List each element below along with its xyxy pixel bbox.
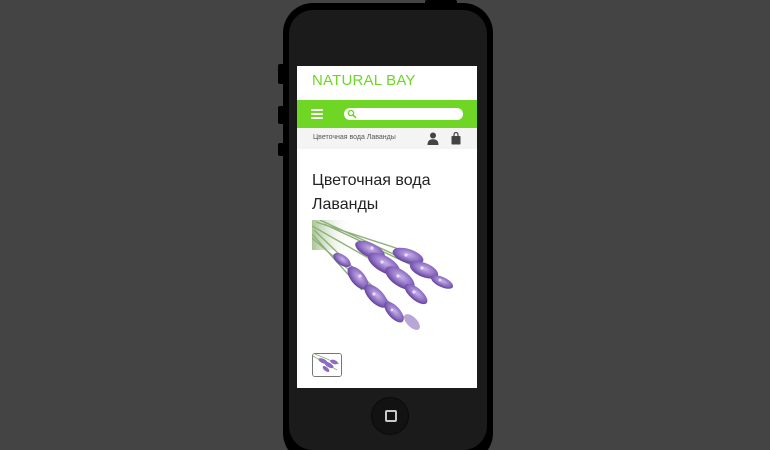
product-thumbnail[interactable] [312,353,342,377]
product-image [312,220,464,344]
shopping-bag-icon[interactable] [451,132,461,145]
phone-screen: NATURAL BAY Цветочная вода Лаванды Цвето… [297,66,477,388]
lavender-thumbnail-image [313,354,341,376]
search-box[interactable] [344,108,463,120]
search-input[interactable] [358,108,458,120]
hamburger-menu-icon[interactable] [311,109,323,119]
product-title: Цветочная вода Лаванды [312,172,431,213]
user-icon[interactable] [427,132,439,145]
breadcrumb-current: Цветочная вода Лаванды [313,134,396,141]
home-button[interactable] [371,397,409,435]
breadcrumb-bar: Цветочная вода Лаванды [297,128,477,149]
search-icon [347,109,357,119]
home-button-square-icon [385,410,397,422]
brand-logo[interactable]: NATURAL BAY [312,72,416,89]
navigation-bar [297,100,477,128]
